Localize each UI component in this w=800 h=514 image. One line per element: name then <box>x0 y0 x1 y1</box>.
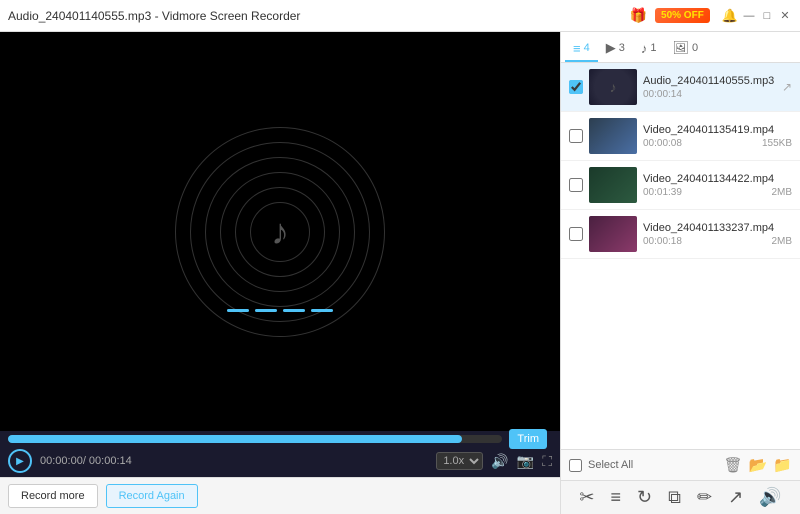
file-checkbox-1[interactable] <box>569 129 583 143</box>
time-display: 00:00:00/ 00:00:14 <box>40 455 428 467</box>
align-icon[interactable]: ≡ <box>611 487 622 508</box>
file-thumbnail-0: ♪ <box>589 69 637 105</box>
video-area: ♪ <box>0 32 560 431</box>
title-bar: Audio_240401140555.mp3 - Vidmore Screen … <box>0 0 800 32</box>
edit-toolbar: ✂ ≡ ↻ ⧉ ✏ ↗ 🔊 <box>561 480 800 514</box>
gift-icon: 🎁 <box>630 7 647 24</box>
video-icon: ▶ <box>606 40 616 56</box>
file-list: ♪ Audio_240401140555.mp3 00:00:14 ↗ <box>561 63 800 449</box>
camera-icon[interactable]: 📷 <box>517 453 534 470</box>
music-note-icon: ♪ <box>271 211 289 253</box>
file-name-0: Audio_240401140555.mp3 <box>643 75 776 87</box>
play-button[interactable]: ▶ <box>8 449 32 473</box>
share-icon-0[interactable]: ↗ <box>782 80 792 94</box>
progress-bar[interactable] <box>8 435 502 443</box>
file-panel: ≡ 4 ▶ 3 ♪ 1 🖼 0 ♪ <box>560 32 800 514</box>
record-again-button[interactable]: Record Again <box>106 484 198 508</box>
record-more-button[interactable]: Record more <box>8 484 98 508</box>
image-icon: 🖼 <box>672 40 689 56</box>
file-thumbnail-1 <box>589 118 637 154</box>
sound-icon[interactable]: 🔊 <box>759 487 781 508</box>
controls-bar: ▶ 00:00:00/ 00:00:14 1.0x 0.5x 1.5x 2.0x… <box>0 445 560 477</box>
tab-video[interactable]: ▶ 3 <box>598 36 633 62</box>
select-all-label: Select All <box>588 459 718 471</box>
file-meta-0: 00:00:14 <box>643 89 776 100</box>
file-checkbox-3[interactable] <box>569 227 583 241</box>
music-visual: ♪ <box>180 132 380 332</box>
file-meta-1: 00:00:08 155KB <box>643 138 792 149</box>
file-checkbox-2[interactable] <box>569 178 583 192</box>
close-button[interactable]: ✕ <box>778 9 792 23</box>
list-item[interactable]: Video_240401135419.mp4 00:00:08 155KB <box>561 112 800 161</box>
folder-open-icon[interactable]: 📂 <box>749 456 768 474</box>
action-bar: Record more Record Again <box>0 477 560 514</box>
file-meta-2: 00:01:39 2MB <box>643 187 792 198</box>
progress-container: Trim <box>0 431 560 445</box>
audio-icon: ♪ <box>641 41 648 56</box>
file-info-3: Video_240401133237.mp4 00:00:18 2MB <box>643 222 792 247</box>
file-info-0: Audio_240401140555.mp3 00:00:14 <box>643 75 776 100</box>
tab-audio[interactable]: ♪ 1 <box>633 36 665 62</box>
minimize-button[interactable]: — <box>742 9 756 23</box>
edit-icon-pen[interactable]: ✏ <box>697 487 712 508</box>
speed-select[interactable]: 1.0x 0.5x 1.5x 2.0x <box>436 452 483 470</box>
fullscreen-icon[interactable]: ⛶ <box>542 453 552 470</box>
file-thumbnail-2 <box>589 167 637 203</box>
main-container: ♪ Trim ▶ 00:00:00/ 00:00:14 <box>0 32 800 514</box>
bell-icon[interactable]: 🔔 <box>722 8 738 24</box>
progress-fill <box>8 435 462 443</box>
folder-icon[interactable]: 📁 <box>773 456 792 474</box>
maximize-button[interactable]: □ <box>760 9 774 23</box>
progress-dashes <box>227 309 333 312</box>
file-toolbar: Select All 🗑 📂 📁 <box>561 449 800 480</box>
share-export-icon[interactable]: ↗ <box>728 487 743 508</box>
file-name-1: Video_240401135419.mp4 <box>643 124 792 136</box>
list-item[interactable]: Video_240401134422.mp4 00:01:39 2MB <box>561 161 800 210</box>
select-all-checkbox[interactable] <box>569 459 582 472</box>
volume-icon[interactable]: 🔊 <box>491 453 508 470</box>
file-name-2: Video_240401134422.mp4 <box>643 173 792 185</box>
file-name-3: Video_240401133237.mp4 <box>643 222 792 234</box>
file-info-1: Video_240401135419.mp4 00:00:08 155KB <box>643 124 792 149</box>
list-item[interactable]: Video_240401133237.mp4 00:00:18 2MB <box>561 210 800 259</box>
promo-badge[interactable]: 50% OFF <box>655 8 710 23</box>
tab-bar: ≡ 4 ▶ 3 ♪ 1 🖼 0 <box>561 32 800 63</box>
copy-icon[interactable]: ⧉ <box>668 487 681 508</box>
cut-icon[interactable]: ✂ <box>579 487 594 508</box>
trim-button[interactable]: Trim <box>509 429 547 449</box>
file-info-2: Video_240401134422.mp4 00:01:39 2MB <box>643 173 792 198</box>
file-meta-3: 00:00:18 2MB <box>643 236 792 247</box>
refresh-icon[interactable]: ↻ <box>637 487 652 508</box>
delete-icon[interactable]: 🗑 <box>724 456 743 474</box>
tab-all[interactable]: ≡ 4 <box>565 36 598 62</box>
list-item[interactable]: ♪ Audio_240401140555.mp3 00:00:14 ↗ <box>561 63 800 112</box>
list-icon: ≡ <box>573 41 581 56</box>
player-panel: ♪ Trim ▶ 00:00:00/ 00:00:14 <box>0 32 560 514</box>
file-thumbnail-3 <box>589 216 637 252</box>
tab-image[interactable]: 🖼 0 <box>664 36 706 62</box>
file-checkbox-0[interactable] <box>569 80 583 94</box>
